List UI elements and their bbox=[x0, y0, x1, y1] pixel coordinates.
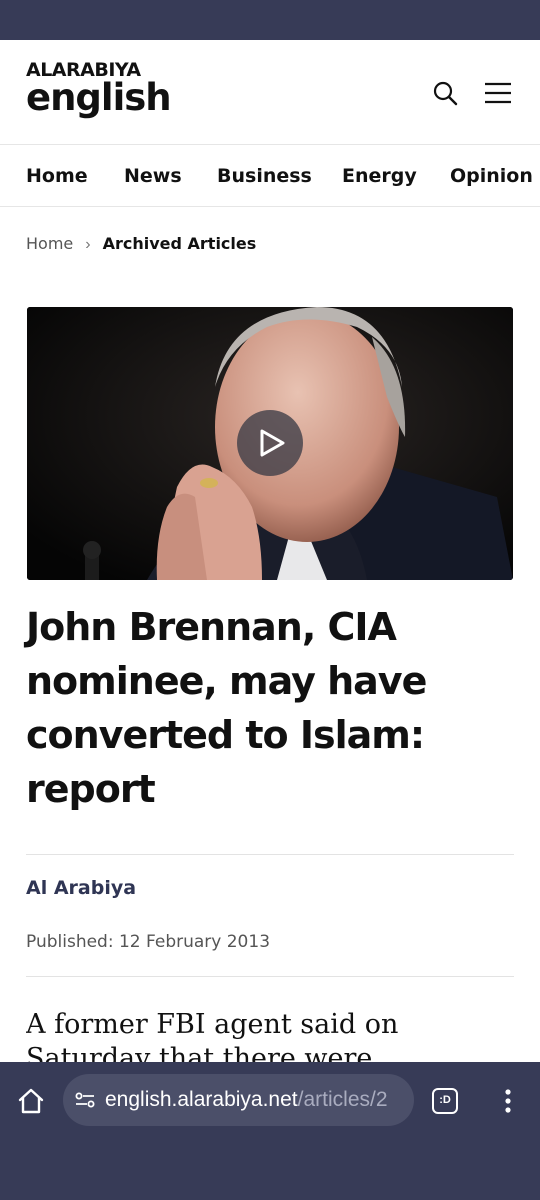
site-header: ALARABIYA english bbox=[0, 40, 540, 145]
status-bar bbox=[0, 0, 540, 40]
hero-video[interactable] bbox=[27, 307, 513, 580]
nav-item-news[interactable]: News bbox=[124, 145, 182, 206]
headline-line: John Brennan, CIA bbox=[26, 605, 397, 649]
headline-line: report bbox=[26, 767, 156, 811]
published-date: Published: 12 February 2013 bbox=[26, 932, 271, 952]
nav-item-opinion[interactable]: Opinion bbox=[450, 145, 533, 206]
play-icon bbox=[260, 429, 285, 457]
nav-item-business[interactable]: Business bbox=[217, 145, 312, 206]
url-text[interactable]: english.alarabiya.net/articles/2 bbox=[105, 1074, 388, 1126]
divider bbox=[26, 854, 514, 855]
body-line: Saturday that there were bbox=[26, 1043, 373, 1062]
play-button[interactable] bbox=[237, 410, 303, 476]
home-icon[interactable] bbox=[14, 1084, 48, 1118]
search-icon[interactable] bbox=[430, 78, 460, 108]
more-vert-icon[interactable] bbox=[497, 1086, 519, 1116]
article-headline: John Brennan, CIA nominee, may have conv… bbox=[26, 600, 496, 816]
browser-toolbar: english.alarabiya.net/articles/2 :D bbox=[0, 1062, 540, 1200]
breadcrumb-home-link[interactable]: Home bbox=[26, 234, 73, 253]
url-domain: english.alarabiya.net bbox=[105, 1088, 298, 1111]
breadcrumb: Home › Archived Articles bbox=[26, 232, 256, 256]
site-settings-icon[interactable] bbox=[74, 1089, 96, 1111]
site-logo[interactable]: ALARABIYA english bbox=[26, 60, 172, 119]
nav-item-energy[interactable]: Energy bbox=[342, 145, 417, 206]
breadcrumb-current[interactable]: Archived Articles bbox=[103, 234, 257, 253]
headline-line: converted to Islam: bbox=[26, 713, 425, 757]
divider bbox=[26, 976, 514, 977]
hamburger-menu-icon[interactable] bbox=[483, 78, 513, 108]
tab-switcher-button[interactable]: :D bbox=[432, 1088, 458, 1114]
nav-item-home[interactable]: Home bbox=[26, 145, 88, 206]
breadcrumb-chevron-icon: › bbox=[85, 236, 91, 253]
article-body: A former FBI agent said on Saturday that… bbox=[26, 1008, 514, 1062]
body-line: A former FBI agent said on bbox=[26, 1009, 399, 1040]
main-nav: Home News Business Energy Opinion bbox=[0, 145, 540, 207]
author-name[interactable]: Al Arabiya bbox=[26, 877, 136, 899]
address-bar[interactable]: english.alarabiya.net/articles/2 bbox=[63, 1074, 414, 1126]
url-path: /articles/2 bbox=[297, 1088, 388, 1111]
headline-line: nominee, may have bbox=[26, 659, 427, 703]
logo-bottom-text: english bbox=[26, 76, 172, 119]
